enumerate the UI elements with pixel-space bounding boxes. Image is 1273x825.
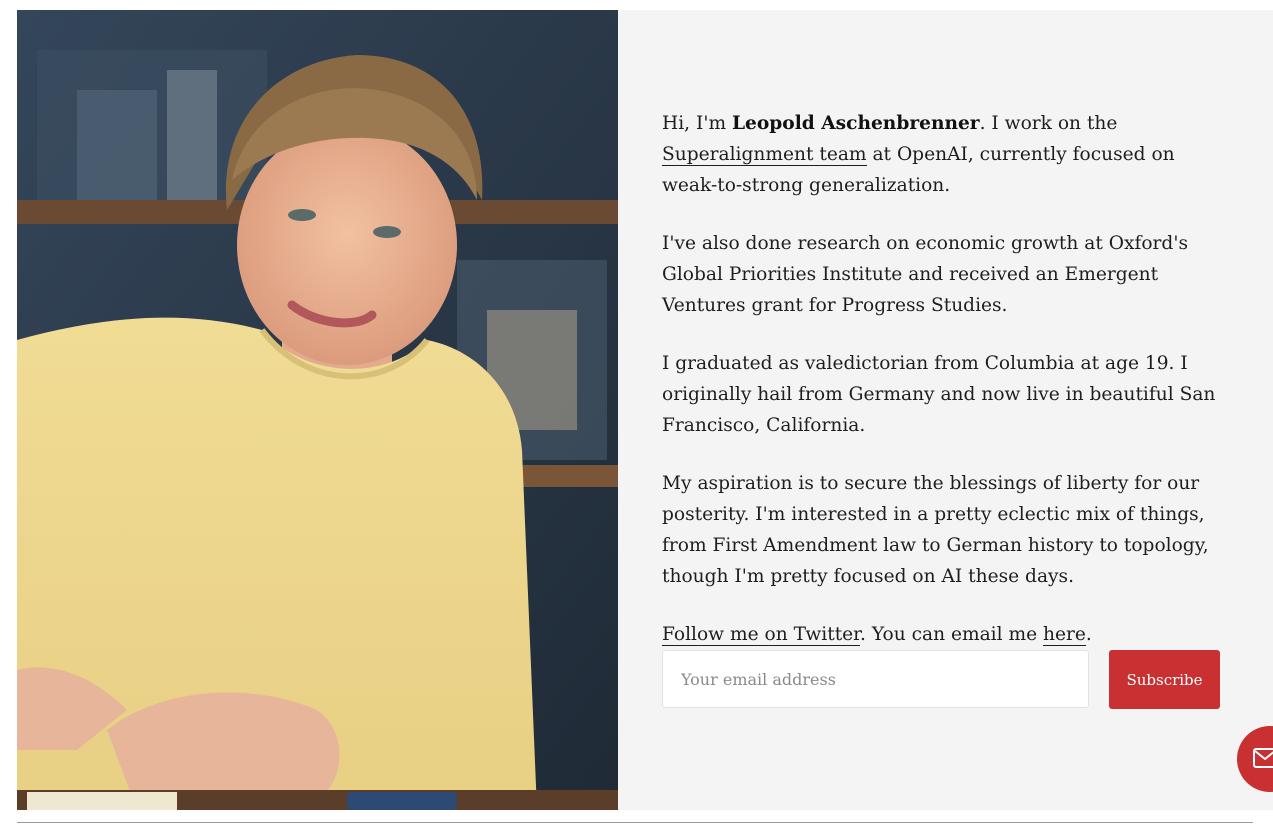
email-input[interactable] (662, 650, 1089, 708)
intro-middle: . I work on the (979, 113, 1118, 134)
page: Hi, I'm Leopold Aschenbrenner. I work on… (17, 10, 1273, 810)
bio-paragraph-aspiration: My aspiration is to secure the blessings… (662, 473, 1209, 587)
intro-prefix: Hi, I'm (662, 113, 732, 134)
bio-text: Hi, I'm Leopold Aschenbrenner. I work on… (662, 108, 1222, 677)
bio-paragraph-education: I graduated as valedictorian from Columb… (662, 353, 1216, 436)
bio-paragraph-research: I've also done research on economic grow… (662, 233, 1188, 316)
bio-paragraph-intro: Hi, I'm Leopold Aschenbrenner. I work on… (662, 108, 1222, 201)
subscribe-button[interactable]: Subscribe (1109, 650, 1220, 709)
profile-photo (17, 10, 618, 810)
author-name: Leopold Aschenbrenner (731, 113, 980, 134)
contact-suffix: . (1085, 624, 1092, 645)
bio-panel: Hi, I'm Leopold Aschenbrenner. I work on… (618, 10, 1273, 810)
twitter-link[interactable]: Follow me on Twitter (662, 624, 861, 646)
superalignment-team-link[interactable]: Superalignment team (662, 144, 867, 166)
bio-paragraph-contact: Follow me on Twitter. You can email me h… (662, 619, 1222, 650)
contact-middle: . You can email me (860, 624, 1044, 645)
bottom-divider (17, 822, 1253, 823)
subscribe-form: Subscribe (662, 650, 1220, 710)
mail-icon (1253, 748, 1273, 768)
email-link[interactable]: here (1043, 624, 1086, 646)
